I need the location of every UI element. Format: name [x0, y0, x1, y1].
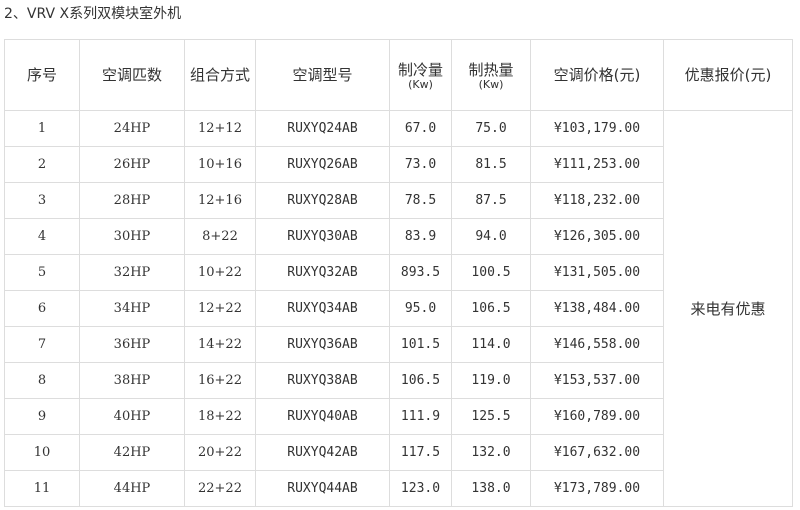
cell-cooling: 117.5	[389, 434, 452, 471]
cell-price: ¥118,232.00	[530, 182, 664, 219]
cell-index: 3	[4, 182, 80, 219]
cell-capacity: 30HP	[79, 218, 185, 255]
cell-cooling: 123.0	[389, 470, 452, 507]
cell-capacity: 44HP	[79, 470, 185, 507]
cell-cooling: 111.9	[389, 398, 452, 435]
cell-combo: 20+22	[184, 434, 256, 471]
cell-heating: 87.5	[451, 182, 531, 219]
cell-index: 2	[4, 146, 80, 183]
cell-price: ¥160,789.00	[530, 398, 664, 435]
table-row: 1 24HP 12+12 RUXYQ24AB 67.0 75.0 ¥103,17…	[4, 110, 793, 507]
cell-heating: 94.0	[451, 218, 531, 255]
header-capacity: 空调匹数	[79, 39, 185, 111]
cell-combo: 12+12	[184, 110, 256, 147]
table-header-row: 序号 空调匹数 组合方式 空调型号 制冷量 (Kw) 制热量 (Kw) 空调价格…	[4, 39, 793, 111]
cell-capacity: 40HP	[79, 398, 185, 435]
cell-combo: 22+22	[184, 470, 256, 507]
cell-cooling: 83.9	[389, 218, 452, 255]
cell-model: RUXYQ34AB	[255, 290, 390, 327]
cell-price: ¥167,632.00	[530, 434, 664, 471]
cell-capacity: 28HP	[79, 182, 185, 219]
cell-capacity: 32HP	[79, 254, 185, 291]
cell-price: ¥126,305.00	[530, 218, 664, 255]
cell-combo: 8+22	[184, 218, 256, 255]
cell-index: 4	[4, 218, 80, 255]
cell-price: ¥131,505.00	[530, 254, 664, 291]
cell-index: 8	[4, 362, 80, 399]
header-index: 序号	[4, 39, 80, 111]
header-cooling-label: 制冷量	[397, 60, 443, 79]
price-table: 序号 空调匹数 组合方式 空调型号 制冷量 (Kw) 制热量 (Kw) 空调价格…	[4, 39, 793, 507]
header-offer: 优惠报价(元)	[663, 39, 793, 111]
cell-capacity: 38HP	[79, 362, 185, 399]
cell-index: 7	[4, 326, 80, 363]
cell-combo: 10+22	[184, 254, 256, 291]
cell-cooling: 101.5	[389, 326, 452, 363]
cell-price: ¥138,484.00	[530, 290, 664, 327]
cell-model: RUXYQ42AB	[255, 434, 390, 471]
cell-model: RUXYQ40AB	[255, 398, 390, 435]
cell-heating: 138.0	[451, 470, 531, 507]
cell-model: RUXYQ38AB	[255, 362, 390, 399]
cell-model: RUXYQ36AB	[255, 326, 390, 363]
cell-price: ¥111,253.00	[530, 146, 664, 183]
cell-model: RUXYQ30AB	[255, 218, 390, 255]
header-price: 空调价格(元)	[530, 39, 664, 111]
cell-capacity: 36HP	[79, 326, 185, 363]
cell-cooling: 67.0	[389, 110, 452, 147]
header-heating: 制热量 (Kw)	[451, 39, 531, 111]
cell-capacity: 42HP	[79, 434, 185, 471]
cell-cooling: 95.0	[389, 290, 452, 327]
cell-capacity: 26HP	[79, 146, 185, 183]
cell-cooling: 78.5	[389, 182, 452, 219]
header-heating-unit: (Kw)	[478, 77, 504, 91]
section-heading: 2、VRV X系列双模块室外机	[4, 6, 182, 22]
cell-cooling: 893.5	[389, 254, 452, 291]
cell-combo: 18+22	[184, 398, 256, 435]
cell-heating: 100.5	[451, 254, 531, 291]
cell-combo: 12+22	[184, 290, 256, 327]
cell-model: RUXYQ32AB	[255, 254, 390, 291]
cell-model: RUXYQ26AB	[255, 146, 390, 183]
header-heating-label: 制热量	[468, 60, 514, 79]
cell-cooling: 106.5	[389, 362, 452, 399]
header-cooling: 制冷量 (Kw)	[389, 39, 452, 111]
cell-index: 10	[4, 434, 80, 471]
cell-heating: 119.0	[451, 362, 531, 399]
cell-capacity: 34HP	[79, 290, 185, 327]
cell-heating: 125.5	[451, 398, 531, 435]
header-cooling-unit: (Kw)	[408, 77, 433, 91]
cell-combo: 12+16	[184, 182, 256, 219]
cell-price: ¥173,789.00	[530, 470, 664, 507]
cell-cooling: 73.0	[389, 146, 452, 183]
cell-index: 6	[4, 290, 80, 327]
cell-combo: 16+22	[184, 362, 256, 399]
cell-model: RUXYQ24AB	[255, 110, 390, 147]
cell-model: RUXYQ44AB	[255, 470, 390, 507]
cell-price: ¥103,179.00	[530, 110, 664, 147]
cell-offer: 来电有优惠	[663, 110, 793, 507]
header-model: 空调型号	[255, 39, 390, 111]
cell-heating: 106.5	[451, 290, 531, 327]
cell-combo: 10+16	[184, 146, 256, 183]
cell-index: 9	[4, 398, 80, 435]
header-combo: 组合方式	[184, 39, 256, 111]
cell-combo: 14+22	[184, 326, 256, 363]
cell-capacity: 24HP	[79, 110, 185, 147]
cell-price: ¥153,537.00	[530, 362, 664, 399]
cell-heating: 81.5	[451, 146, 531, 183]
cell-index: 11	[4, 470, 80, 507]
cell-heating: 75.0	[451, 110, 531, 147]
cell-heating: 132.0	[451, 434, 531, 471]
cell-index: 5	[4, 254, 80, 291]
cell-heating: 114.0	[451, 326, 531, 363]
cell-price: ¥146,558.00	[530, 326, 664, 363]
cell-index: 1	[4, 110, 80, 147]
cell-model: RUXYQ28AB	[255, 182, 390, 219]
